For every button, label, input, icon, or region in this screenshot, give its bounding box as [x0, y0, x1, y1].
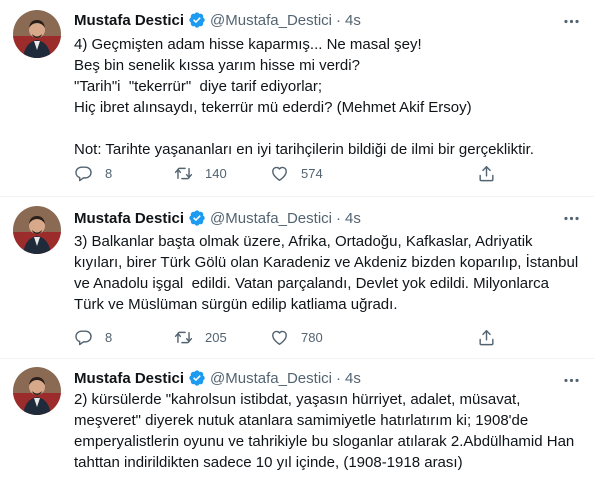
verified-badge-icon [188, 11, 206, 29]
tweet-header: Mustafa Destici @Mustafa_Destici · 4s [74, 208, 361, 228]
tweet-timestamp[interactable]: 4s [345, 370, 361, 387]
like-button[interactable]: 780 [270, 328, 323, 347]
tweet-actions: 8 140 574 [74, 161, 574, 185]
reply-icon [75, 329, 92, 345]
tweet-text: 4) Geçmişten adam hisse kaparmış... Ne m… [74, 36, 534, 158]
reply-icon [75, 165, 92, 181]
like-count: 574 [301, 165, 323, 181]
separator-dot: · [335, 209, 341, 227]
share-button[interactable] [477, 164, 496, 183]
reply-count: 8 [105, 165, 113, 181]
heart-icon [272, 330, 287, 345]
tweet-timestamp[interactable]: 4s [345, 210, 361, 227]
tweet-text: 2) kürsülerde "kahrolsun istibdat, yaşas… [74, 391, 575, 471]
reply-button[interactable]: 8 [74, 328, 112, 347]
share-icon [479, 329, 494, 345]
retweet-count: 140 [205, 165, 227, 181]
avatar[interactable] [13, 206, 61, 254]
author-handle[interactable]: @Mustafa_Destici [210, 12, 332, 29]
heart-icon [272, 166, 287, 181]
share-button[interactable] [477, 328, 496, 347]
author-name[interactable]: Mustafa Destici [74, 370, 184, 387]
tweet-header: Mustafa Destici @Mustafa_Destici · 4s [74, 368, 361, 388]
retweet-button[interactable]: 140 [174, 164, 227, 183]
more-options-icon[interactable] [560, 10, 582, 32]
avatar[interactable] [13, 10, 61, 58]
more-options-icon[interactable] [560, 207, 582, 229]
separator-dot: · [335, 11, 341, 29]
tweet-text: 3) Balkanlar başta olmak üzere, Afrika, … [74, 233, 579, 313]
reply-count: 8 [105, 329, 113, 345]
reply-button[interactable]: 8 [74, 164, 112, 183]
author-handle[interactable]: @Mustafa_Destici [210, 210, 332, 227]
verified-badge-icon [188, 209, 206, 227]
tweet-feed: Mustafa Destici @Mustafa_Destici · 4s 4)… [0, 0, 594, 482]
retweet-icon [174, 331, 193, 343]
avatar[interactable] [13, 367, 61, 415]
author-name[interactable]: Mustafa Destici [74, 12, 184, 29]
retweet-button[interactable]: 205 [174, 328, 227, 347]
tweet[interactable]: Mustafa Destici @Mustafa_Destici · 4s 3)… [0, 197, 594, 359]
verified-badge-icon [188, 369, 206, 387]
tweet-timestamp[interactable]: 4s [345, 12, 361, 29]
retweet-count: 205 [205, 329, 227, 345]
retweet-icon [174, 167, 193, 179]
author-name[interactable]: Mustafa Destici [74, 210, 184, 227]
separator-dot: · [335, 369, 341, 387]
tweet-header: Mustafa Destici @Mustafa_Destici · 4s [74, 10, 361, 30]
tweet[interactable]: Mustafa Destici @Mustafa_Destici · 4s 2)… [0, 359, 594, 482]
more-options-icon[interactable] [560, 369, 582, 391]
tweet-actions: 8 205 780 [74, 325, 574, 349]
tweet[interactable]: Mustafa Destici @Mustafa_Destici · 4s 4)… [0, 0, 594, 197]
like-count: 780 [301, 329, 323, 345]
share-icon [479, 165, 494, 181]
like-button[interactable]: 574 [270, 164, 323, 183]
author-handle[interactable]: @Mustafa_Destici [210, 370, 332, 387]
